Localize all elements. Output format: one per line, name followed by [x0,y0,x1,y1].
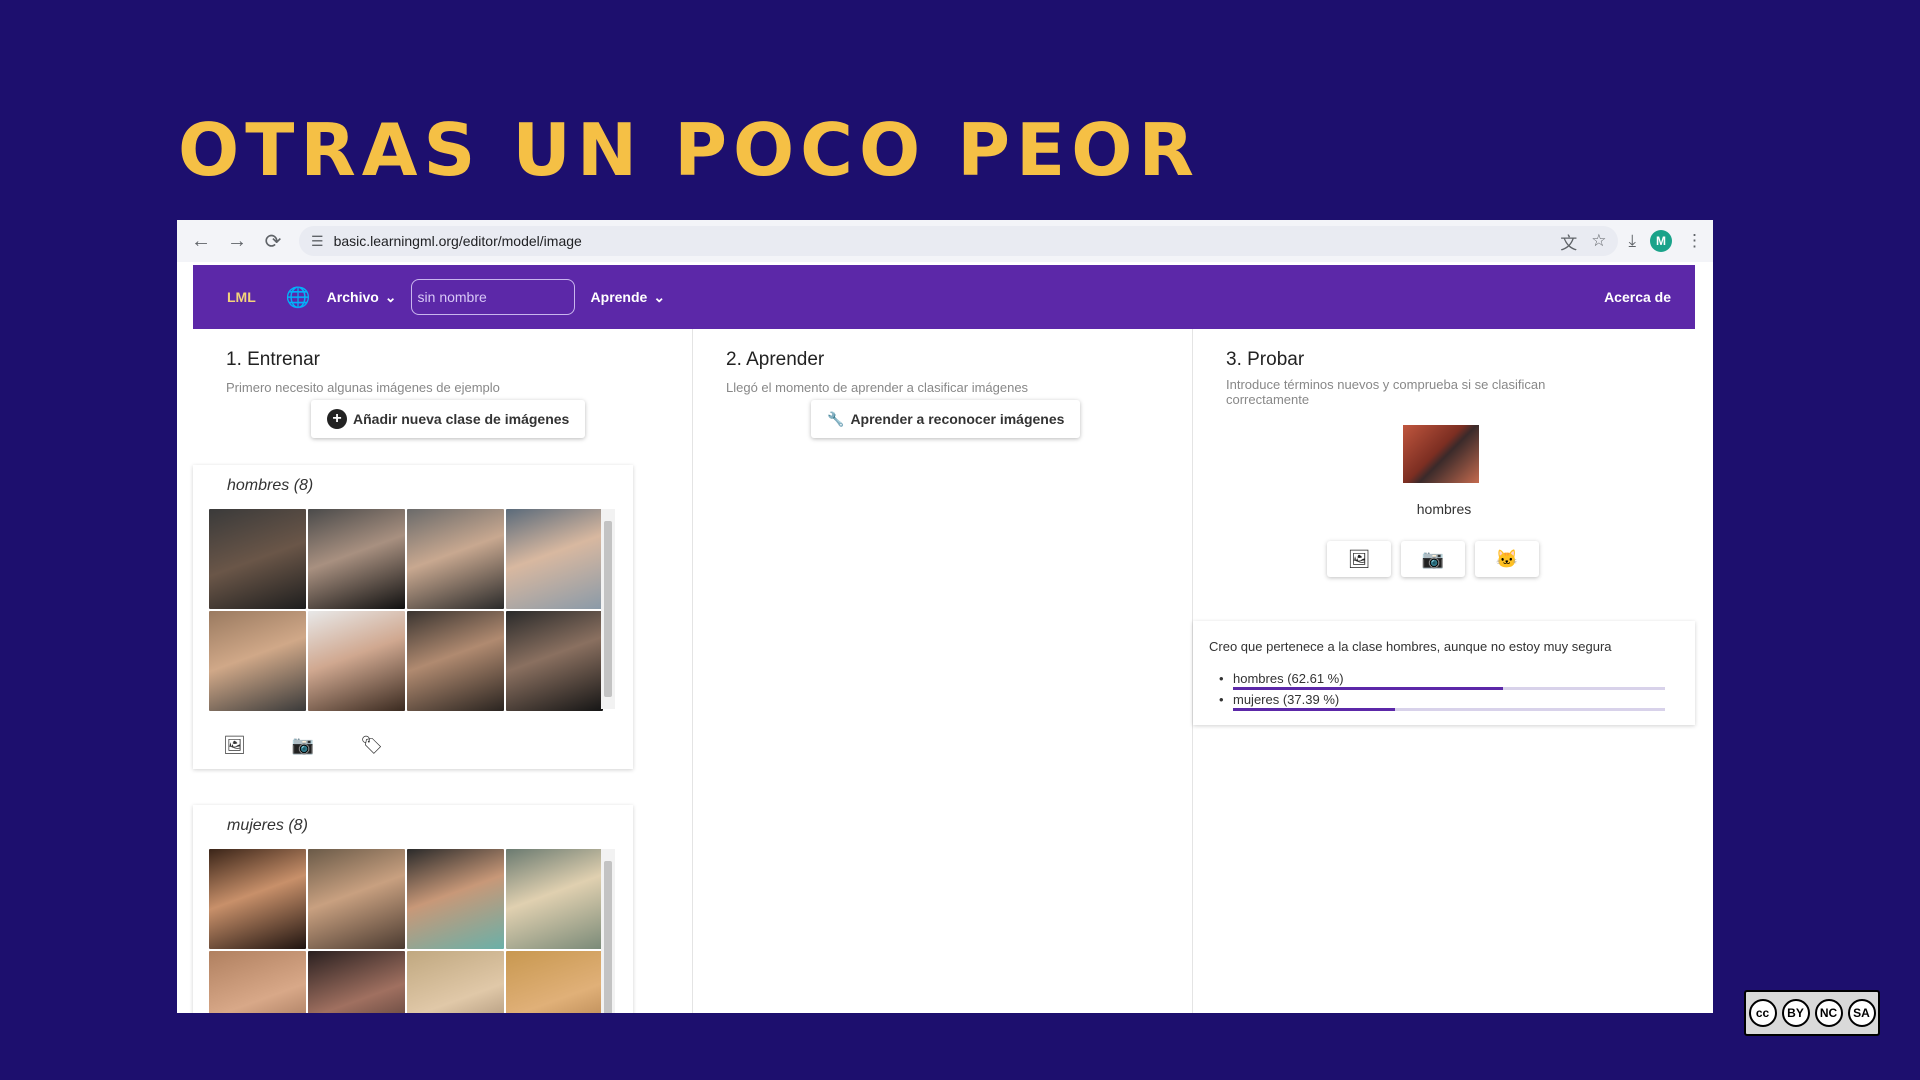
training-image[interactable] [506,509,603,609]
prob-track [1233,708,1665,711]
training-image[interactable] [506,951,603,1013]
browser-window: ← → ⟳ ☰ basic.learningml.org/editor/mode… [177,220,1713,1013]
by-icon: BY [1781,999,1810,1027]
training-image[interactable] [506,849,603,949]
class-card-mujeres: mujeres (8) [193,805,633,1013]
learn-subtitle: Llegó el momento de aprender a clasifica… [726,380,1029,395]
add-image-icon[interactable]: 🖼 [223,735,246,756]
add-class-label: Añadir nueva clase de imágenes [353,411,570,427]
training-image[interactable] [407,849,504,949]
training-image[interactable] [308,509,405,609]
download-icon[interactable]: ⤓ [1628,231,1636,251]
train-subtitle: Primero necesito algunas imágenes de eje… [226,380,500,395]
prob-fill [1233,708,1395,711]
class-card-hombres: hombres (8) 🖼 📷 🏷 [193,465,633,769]
reload-icon[interactable]: ⟳ [259,227,287,255]
learningml-app: LML 🌐 Archivo ⌄ Aprende ⌄ Acerca de 1. E… [193,265,1695,1013]
prob-label: hombres (62.61 %) [1233,671,1344,686]
training-image[interactable] [209,611,306,711]
image-list-scrollbar[interactable] [601,849,615,1013]
slide-title: OTRAS UN POCO PEOR [178,108,1200,192]
prob-label: mujeres (37.39 %) [1233,692,1340,707]
scratch-button[interactable]: 🐱 [1475,541,1539,577]
training-image[interactable] [209,849,306,949]
cc-license-badge: cc BY NC SA [1744,990,1880,1036]
browser-menu-icon[interactable]: ⋮ [1686,231,1703,251]
back-icon[interactable]: ← [187,227,215,255]
about-link[interactable]: Acerca de [1604,289,1671,305]
sa-icon: SA [1847,999,1876,1027]
classification-result: Creo que pertenece a la clase hombres, a… [1193,621,1695,725]
learn-column: 2. Aprender Llegó el momento de aprender… [693,329,1193,1013]
browser-toolbar: ← → ⟳ ☰ basic.learningml.org/editor/mode… [177,220,1713,262]
class-name[interactable]: mujeres (8) [227,817,308,835]
menu-archivo-label: Archivo [326,289,379,305]
scrollbar-thumb[interactable] [604,861,612,1013]
training-image[interactable] [407,509,504,609]
class-name[interactable]: hombres (8) [227,477,313,495]
forward-icon[interactable]: → [223,227,251,255]
image-icon: 🖼 [1347,548,1371,569]
image-list-scrollbar[interactable] [601,509,615,709]
project-name-input[interactable] [410,279,575,315]
training-image[interactable] [308,849,405,949]
learn-button-label: Aprender a reconocer imágenes [850,411,1065,427]
training-image[interactable] [209,509,306,609]
menu-archivo[interactable]: Archivo ⌄ [327,289,397,306]
training-image[interactable] [407,611,504,711]
cc-icon: cc [1748,999,1777,1027]
site-settings-icon[interactable]: ☰ [311,233,324,250]
camera-icon[interactable]: 📷 [292,735,314,756]
test-subtitle: Introduce términos nuevos y comprueba si… [1226,377,1546,407]
menu-aprende-label: Aprende [590,289,648,305]
result-text: Creo que pertenece a la clase hombres, a… [1209,639,1612,654]
test-column: 3. Probar Introduce términos nuevos y co… [1193,329,1695,1013]
training-image[interactable] [407,951,504,1013]
profile-avatar[interactable]: M [1650,230,1672,252]
training-image[interactable] [308,611,405,711]
test-preview-image [1403,425,1479,483]
menu-aprende[interactable]: Aprende ⌄ [591,289,666,306]
prob-fill [1233,687,1504,690]
prob-item-mujeres: mujeres (37.39 %) [1219,692,1665,711]
thumb-grid [209,849,603,1013]
bookmark-star-icon[interactable]: ☆ [1591,231,1606,251]
url-text: basic.learningml.org/editor/model/image [333,233,582,249]
add-class-button[interactable]: + Añadir nueva clase de imágenes [311,400,586,438]
camera-button[interactable]: 📷 [1401,541,1465,577]
upload-image-button[interactable]: 🖼 [1327,541,1391,577]
thumb-grid [209,509,603,711]
test-title: 3. Probar [1226,349,1305,370]
chevron-down-icon: ⌄ [653,288,666,305]
scratch-cat-icon: 🐱 [1495,548,1519,569]
prob-track [1233,687,1665,690]
address-bar[interactable]: ☰ basic.learningml.org/editor/model/imag… [299,226,1619,256]
app-bar: LML 🌐 Archivo ⌄ Aprende ⌄ Acerca de [193,265,1695,329]
learn-title: 2. Aprender [726,349,825,370]
training-image[interactable] [308,951,405,1013]
train-title: 1. Entrenar [226,349,320,370]
learn-button[interactable]: 🔧 Aprender a reconocer imágenes [811,400,1081,438]
train-column: 1. Entrenar Primero necesito algunas imá… [193,329,693,1013]
camera-icon: 📷 [1421,548,1445,569]
wrench-icon: 🔧 [827,410,845,427]
label-icon[interactable]: 🏷 [360,735,383,756]
translate-icon[interactable]: 文 [1560,229,1577,254]
language-globe-icon[interactable]: 🌐 [286,285,311,310]
add-circle-icon: + [327,409,347,429]
test-preview-label: hombres [1416,501,1472,517]
training-image[interactable] [209,951,306,1013]
scrollbar-thumb[interactable] [604,521,612,697]
app-logo[interactable]: LML [227,289,256,305]
training-image[interactable] [506,611,603,711]
prob-item-hombres: hombres (62.61 %) [1219,671,1665,690]
chevron-down-icon: ⌄ [384,288,397,305]
nc-icon: NC [1814,999,1843,1027]
